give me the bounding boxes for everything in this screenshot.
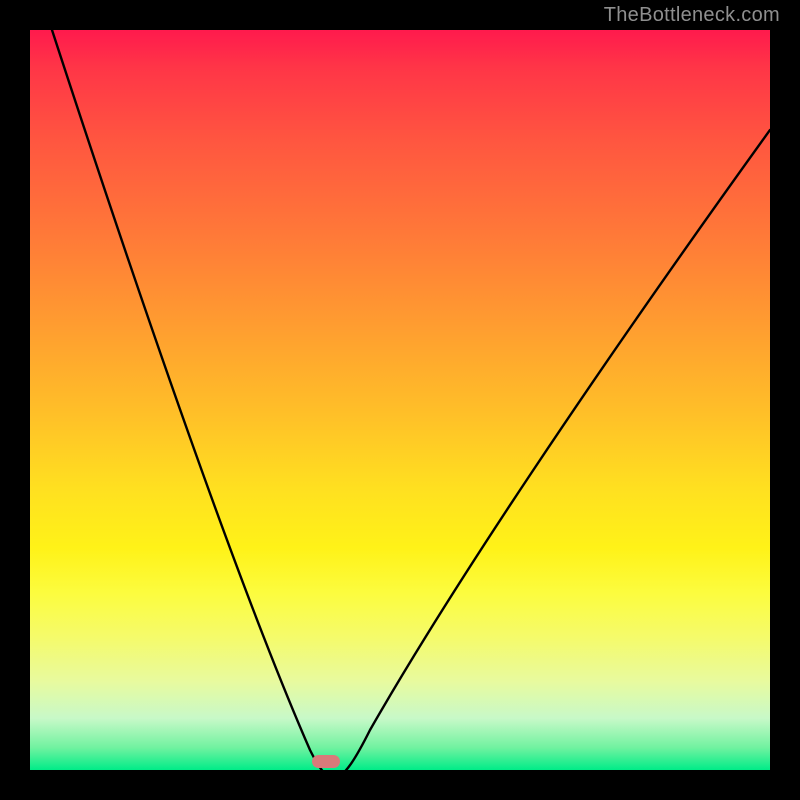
optimal-point-marker <box>312 755 340 768</box>
bottleneck-curve-svg <box>30 30 770 770</box>
bottleneck-curve-path <box>52 30 770 770</box>
chart-plot-area <box>30 30 770 770</box>
watermark-text: TheBottleneck.com <box>604 4 780 27</box>
